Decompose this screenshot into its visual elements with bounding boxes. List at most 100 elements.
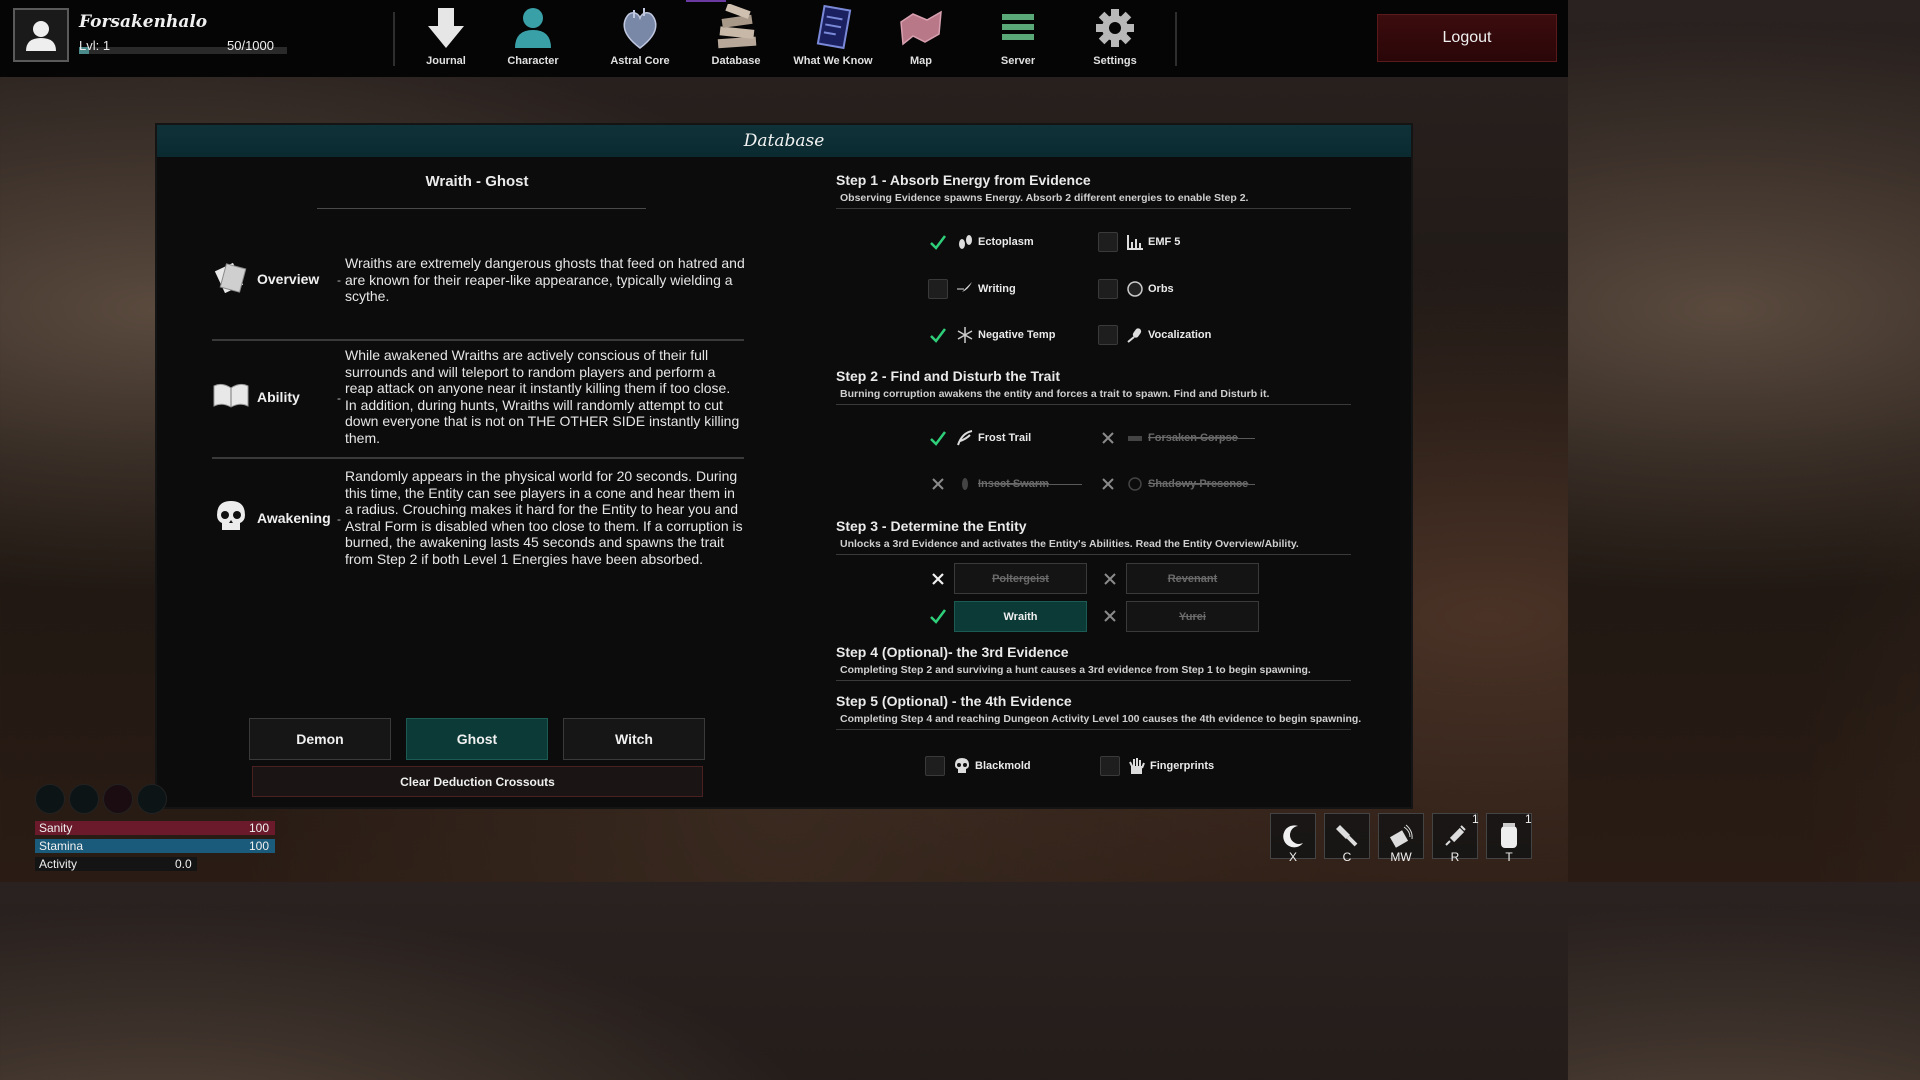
hand-icon bbox=[1128, 757, 1146, 775]
entity-label: Revenant bbox=[1167, 572, 1218, 585]
checkmark-icon bbox=[928, 606, 948, 626]
evidence-vocalization[interactable]: Vocalization bbox=[1098, 323, 1211, 347]
ability-row: Ability - While awakened Wraiths are act… bbox=[212, 347, 744, 455]
nav-settings[interactable]: Settings bbox=[1073, 4, 1157, 70]
entity-label: Wraith bbox=[1003, 610, 1038, 623]
nav-journal[interactable]: Journal bbox=[404, 4, 488, 70]
slot-key-label: T bbox=[1505, 850, 1513, 864]
notebook-icon bbox=[816, 4, 852, 50]
status-orb bbox=[69, 784, 99, 814]
arrow-down-icon bbox=[428, 8, 464, 48]
server-icon bbox=[1002, 14, 1034, 40]
nav-what-we-know[interactable]: What We Know bbox=[791, 4, 875, 70]
checkbox[interactable] bbox=[928, 279, 948, 299]
trait-frost-trail[interactable]: Frost Trail bbox=[928, 426, 1031, 450]
nav-divider-right bbox=[1175, 12, 1177, 66]
person-icon bbox=[515, 8, 551, 48]
checkbox[interactable] bbox=[925, 756, 945, 776]
microphone-icon bbox=[1126, 326, 1144, 344]
awakening-dash: - bbox=[337, 512, 341, 526]
nav-character[interactable]: Character bbox=[491, 4, 575, 70]
overview-label: Overview bbox=[257, 271, 320, 287]
overview-dash: - bbox=[337, 273, 341, 287]
demon-button[interactable]: Demon bbox=[249, 718, 391, 760]
step-5-subtitle: Completing Step 4 and reaching Dungeon A… bbox=[840, 713, 1362, 725]
entity-yurei-button[interactable]: Yurei bbox=[1126, 601, 1259, 632]
cross-icon bbox=[1100, 606, 1120, 626]
nav-database[interactable]: Database bbox=[694, 4, 778, 70]
nav-label: What We Know bbox=[793, 55, 873, 67]
evidence-fingerprints[interactable]: Fingerprints bbox=[1100, 754, 1214, 778]
item-count: 1 bbox=[1472, 812, 1479, 826]
step-2-subtitle: Burning corruption awakens the entity an… bbox=[840, 388, 1270, 400]
syringe-icon bbox=[1445, 825, 1466, 846]
activity-label: Activity bbox=[39, 857, 78, 871]
ghost-button[interactable]: Ghost bbox=[406, 718, 548, 760]
evidence-label: Writing bbox=[978, 283, 1016, 295]
awakening-label: Awakening bbox=[257, 510, 331, 526]
entity-label: Poltergeist bbox=[992, 572, 1049, 585]
entity-poltergeist-button[interactable]: Poltergeist bbox=[954, 563, 1087, 594]
cross-icon bbox=[1098, 474, 1118, 494]
cross-icon bbox=[928, 569, 948, 589]
evidence-label: Vocalization bbox=[1148, 329, 1212, 341]
snowflake-icon bbox=[956, 326, 974, 344]
step-5-divider bbox=[836, 729, 1351, 730]
person-silhouette-icon bbox=[26, 21, 56, 51]
nav-server[interactable]: Server bbox=[976, 4, 1060, 70]
entity-wraith-button[interactable]: Wraith bbox=[954, 601, 1087, 632]
cross-icon bbox=[1100, 569, 1120, 589]
step-1-divider bbox=[836, 208, 1351, 209]
stamina-label: Stamina bbox=[39, 839, 84, 853]
nav-label: Astral Core bbox=[610, 55, 670, 67]
ability-dash: - bbox=[337, 391, 341, 405]
evidence-orbs[interactable]: Orbs bbox=[1098, 277, 1174, 301]
checkbox[interactable] bbox=[1098, 232, 1118, 252]
row-divider bbox=[212, 339, 744, 341]
entity-title: Wraith - Ghost bbox=[425, 173, 529, 190]
avatar[interactable] bbox=[13, 8, 69, 62]
spirit-box-icon bbox=[1389, 824, 1413, 848]
strike-line bbox=[1177, 438, 1255, 439]
witch-button[interactable]: Witch bbox=[563, 718, 705, 760]
trait-label: Frost Trail bbox=[978, 432, 1032, 444]
step-3-divider bbox=[836, 554, 1351, 555]
nav-label: Server bbox=[1000, 55, 1036, 67]
nav-label: Database bbox=[711, 55, 761, 67]
nav-map[interactable]: Map bbox=[879, 4, 963, 70]
activity-value: 0.0 bbox=[175, 857, 192, 871]
nav-astral-core[interactable]: Astral Core bbox=[598, 4, 682, 70]
overview-row: Overview - Wraiths are extremely dangero… bbox=[212, 255, 745, 337]
checkbox[interactable] bbox=[1098, 279, 1118, 299]
nav-label: Journal bbox=[426, 55, 466, 67]
checkmark-icon bbox=[928, 325, 948, 345]
heart-icon bbox=[623, 8, 657, 49]
step-2-title: Step 2 - Find and Disturb the Trait bbox=[836, 368, 1061, 384]
sanity-value: 100 bbox=[249, 821, 270, 835]
papers-icon bbox=[212, 259, 250, 297]
evidence-blackmold[interactable]: Blackmold bbox=[925, 754, 1031, 778]
panel-title: Database bbox=[157, 125, 1411, 157]
orb-icon bbox=[1126, 280, 1144, 298]
checkbox[interactable] bbox=[1098, 325, 1118, 345]
checkbox[interactable] bbox=[1100, 756, 1120, 776]
clear-crossouts-button[interactable]: Clear Deduction Crossouts bbox=[252, 766, 703, 797]
footprint-icon bbox=[956, 233, 974, 251]
books-icon bbox=[717, 4, 757, 49]
database-panel: Database Wraith - Ghost Overview - Wrait… bbox=[155, 123, 1413, 809]
stamina-value: 100 bbox=[249, 839, 270, 853]
nav-label: Character bbox=[507, 55, 559, 67]
evidence-ectoplasm[interactable]: Ectoplasm bbox=[928, 230, 1034, 254]
evidence-emf5[interactable]: EMF 5 bbox=[1098, 230, 1180, 254]
activity-bar: Activity 0.0 bbox=[35, 857, 197, 871]
step-4-divider bbox=[836, 680, 1351, 681]
jar-icon bbox=[1501, 823, 1517, 848]
open-book-icon bbox=[212, 376, 250, 414]
logout-button[interactable]: Logout bbox=[1377, 14, 1557, 62]
evidence-negative-temp[interactable]: Negative Temp bbox=[928, 323, 1055, 347]
quill-icon bbox=[956, 280, 974, 298]
top-bar: Forsakenhalo Lvl: 1 50/1000 Journal Char… bbox=[0, 0, 1568, 77]
evidence-writing[interactable]: Writing bbox=[928, 277, 1016, 301]
entity-revenant-button[interactable]: Revenant bbox=[1126, 563, 1259, 594]
checkmark-icon bbox=[928, 428, 948, 448]
